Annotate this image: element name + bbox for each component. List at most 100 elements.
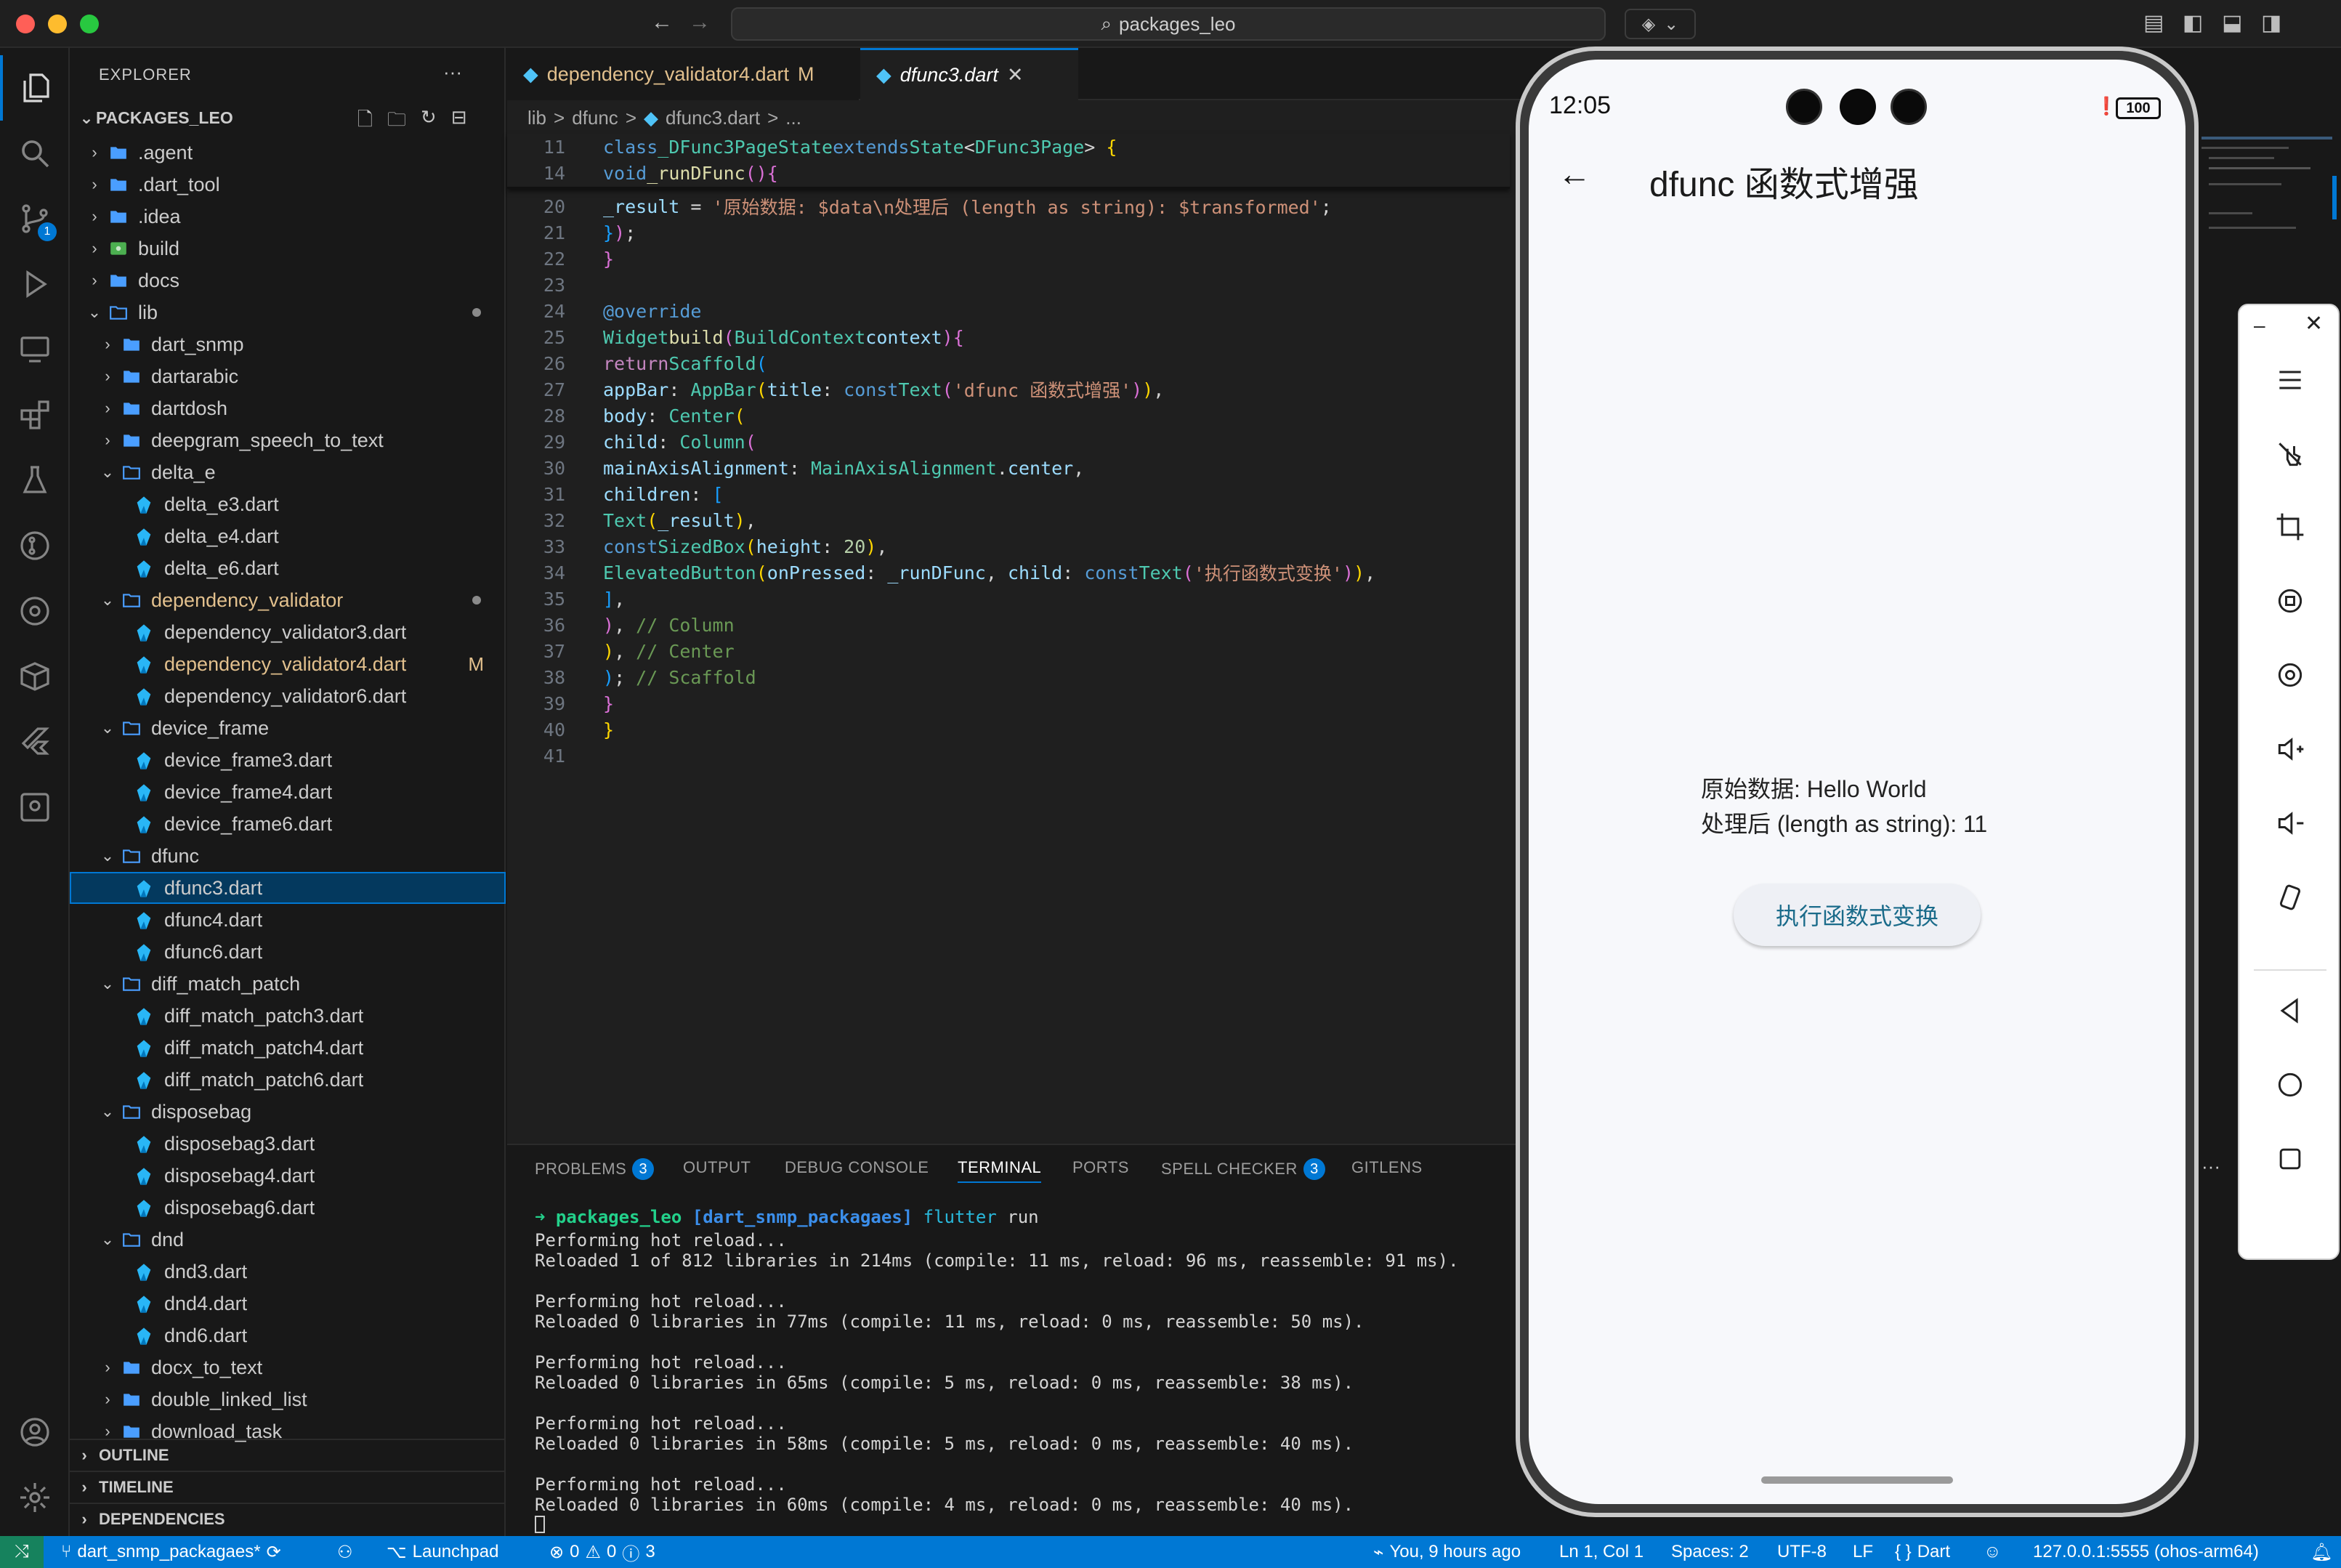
code-line[interactable]: 11 class _DFunc3PageState extends State < D…	[507, 134, 1495, 160]
tree-item[interactable]: diff_match_patch3.dart	[70, 1000, 506, 1032]
line-ending[interactable]: LF	[1853, 1536, 1873, 1568]
tree-item[interactable]: diff_match_patch4.dart	[70, 1032, 506, 1064]
tree-item[interactable]: ⌄ dfunc	[70, 840, 506, 872]
nav-recents-icon[interactable]	[2239, 1133, 2341, 1184]
language-mode[interactable]: { } Dart	[1895, 1536, 1950, 1568]
tab-dfunc3[interactable]: ◆ dfunc3.dart ✕	[860, 48, 1078, 100]
toggle-panel-icon[interactable]: ⬓	[2222, 10, 2242, 36]
no-touch-icon[interactable]	[2239, 429, 2341, 480]
device-selector[interactable]: 127.0.0.1:5555 (ohos-arm64)	[2033, 1536, 2259, 1568]
volume-down-icon[interactable]	[2239, 798, 2341, 849]
tree-item[interactable]: dnd3.dart	[70, 1256, 506, 1288]
menu-icon[interactable]	[2239, 355, 2341, 405]
tree-item[interactable]: ⌄ lib	[70, 296, 506, 328]
tree-item[interactable]: delta_e4.dart	[70, 520, 506, 552]
copilot-chat-button[interactable]: ◈ ⌄	[1625, 9, 1696, 39]
code-line[interactable]: 33 const SizedBox(height: 20),	[507, 533, 1495, 559]
close-window-button[interactable]	[16, 15, 35, 33]
timeline-section[interactable]: › TIMELINE	[70, 1471, 506, 1503]
git-blame[interactable]: ⌁ You, 9 hours ago	[1373, 1536, 1521, 1568]
tree-item[interactable]: disposebag3.dart	[70, 1128, 506, 1160]
rotate-icon[interactable]	[2239, 575, 2341, 626]
tree-item[interactable]: dfunc3.dart	[70, 872, 506, 904]
tree-item[interactable]: › .dart_tool	[70, 169, 506, 201]
cursor-position[interactable]: Ln 1, Col 1	[1559, 1536, 1643, 1568]
explorer-icon[interactable]	[0, 55, 70, 121]
launchpad-button[interactable]: ⌥ Launchpad	[387, 1536, 498, 1568]
tree-item[interactable]: › build	[70, 233, 506, 264]
breadcrumb-file[interactable]: dfunc3.dart	[666, 107, 760, 129]
tree-item[interactable]: dependency_validator3.dart	[70, 616, 506, 648]
tab-debug-console[interactable]: DEBUG CONSOLE	[785, 1158, 929, 1177]
tree-item[interactable]: disposebag4.dart	[70, 1160, 506, 1192]
outline-section[interactable]: › OUTLINE	[70, 1439, 506, 1471]
tab-spell-checker[interactable]: SPELL CHECKER 3	[1161, 1158, 1325, 1180]
new-file-icon[interactable]: 🗋	[357, 106, 373, 138]
tree-item[interactable]: › .idea	[70, 201, 506, 233]
tree-item[interactable]: › dartdosh	[70, 392, 506, 424]
code-line[interactable]: 36 ), // Column	[507, 612, 1495, 638]
tree-item[interactable]: dnd4.dart	[70, 1288, 506, 1320]
tree-item[interactable]: disposebag6.dart	[70, 1192, 506, 1224]
account-icon[interactable]	[0, 1399, 70, 1465]
code-line[interactable]: 31 children: [	[507, 481, 1495, 507]
package-icon[interactable]	[0, 644, 70, 709]
more-actions-icon[interactable]: ···	[443, 61, 462, 84]
close-tab-icon[interactable]: ✕	[1007, 64, 1024, 86]
minimize-window-button[interactable]	[48, 15, 67, 33]
collapse-all-icon[interactable]: ⊟	[451, 106, 467, 138]
nav-home-icon[interactable]	[2239, 1059, 2341, 1110]
code-line[interactable]: 28 body: Center(	[507, 403, 1495, 429]
tree-item[interactable]: ⌄ dependency_validator	[70, 584, 506, 616]
breadcrumb-dfunc[interactable]: dfunc	[572, 107, 618, 129]
dependencies-section[interactable]: › DEPENDENCIES	[70, 1503, 506, 1535]
code-line[interactable]: 20 _result = '原始数据: $data\n处理后 (length a…	[507, 193, 1495, 219]
code-line[interactable]: 30 mainAxisAlignment: MainAxisAlignment.…	[507, 455, 1495, 481]
nav-back-icon[interactable]	[2239, 985, 2341, 1036]
tree-item[interactable]: device_frame3.dart	[70, 744, 506, 776]
indentation[interactable]: Spaces: 2	[1671, 1536, 1749, 1568]
tab-problems[interactable]: PROBLEMS 3	[535, 1158, 655, 1180]
volume-up-icon[interactable]	[2239, 724, 2341, 775]
home-indicator[interactable]	[1761, 1476, 1953, 1484]
run-debug-icon[interactable]	[0, 251, 70, 317]
settings-gear-icon[interactable]	[0, 1465, 70, 1530]
tree-item[interactable]: › deepgram_speech_to_text	[70, 424, 506, 456]
problems-indicator[interactable]: ⊗ 0 ⚠ 0 ⓘ 3	[549, 1536, 655, 1568]
close-icon[interactable]: ✕	[2305, 311, 2323, 336]
tab-dependency-validator4[interactable]: ◆ dependency_validator4.dart M	[507, 48, 859, 100]
gitlens-icon[interactable]	[0, 578, 70, 644]
code-line[interactable]: 26 return Scaffold(	[507, 350, 1495, 376]
inspector-icon[interactable]	[0, 775, 70, 840]
tree-item[interactable]: diff_match_patch6.dart	[70, 1064, 506, 1096]
panel-more-icon[interactable]: ···	[2201, 1155, 2220, 1178]
testing-icon[interactable]	[0, 448, 70, 513]
code-line[interactable]: 29 child: Column(	[507, 429, 1495, 455]
refresh-icon[interactable]: ↻	[421, 106, 437, 138]
tab-gitlens[interactable]: GITLENS	[1351, 1158, 1423, 1177]
tree-item[interactable]: dfunc4.dart	[70, 904, 506, 936]
tree-item[interactable]: device_frame6.dart	[70, 808, 506, 840]
tab-terminal[interactable]: TERMINAL	[958, 1158, 1042, 1183]
tree-item[interactable]: ⌄ dnd	[70, 1224, 506, 1256]
code-line[interactable]: 35 ],	[507, 586, 1495, 612]
code-line[interactable]: 37 ), // Center	[507, 638, 1495, 664]
back-arrow-icon[interactable]: ←	[651, 10, 673, 35]
tree-item[interactable]: dnd6.dart	[70, 1320, 506, 1351]
tree-item[interactable]: device_frame4.dart	[70, 776, 506, 808]
code-line[interactable]: 14 void _runDFunc() {	[507, 160, 1495, 186]
remote-indicator-icon[interactable]: ⤭	[0, 1536, 44, 1568]
tree-item[interactable]: dfunc6.dart	[70, 936, 506, 968]
back-arrow-icon[interactable]: ←	[1558, 154, 1591, 193]
tree-item[interactable]: ⌄ delta_e	[70, 456, 506, 488]
run-transform-button[interactable]: 执行函数式变换	[1734, 884, 1981, 946]
rotate-device-icon[interactable]	[2239, 872, 2341, 923]
code-line[interactable]: 38 ); // Scaffold	[507, 664, 1495, 690]
breadcrumb-lib[interactable]: lib	[527, 107, 546, 129]
tab-output[interactable]: OUTPUT	[683, 1158, 751, 1177]
code-line[interactable]: 24 @override	[507, 298, 1495, 324]
tree-item[interactable]: › docs	[70, 264, 506, 296]
search-icon[interactable]	[0, 121, 70, 186]
source-control-icon[interactable]: 1	[0, 186, 70, 251]
code-line[interactable]: 41	[507, 743, 1495, 769]
